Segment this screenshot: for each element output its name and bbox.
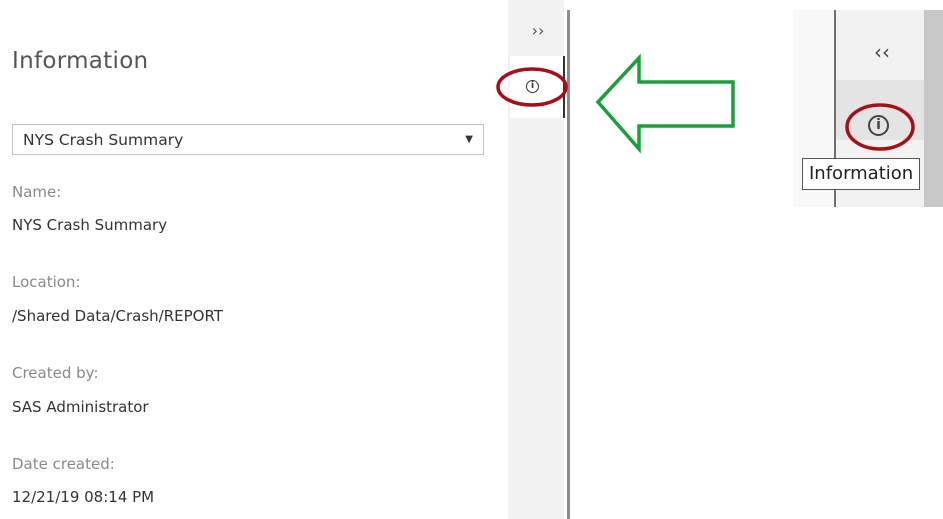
information-panel: Information NYS Crash Summary ▼ Name: NY… — [0, 0, 508, 519]
expand-panel-button[interactable]: ›› — [527, 19, 549, 43]
date-created-label: Date created: — [12, 455, 115, 473]
inset-highlight-circle — [845, 103, 915, 151]
report-select-value: NYS Crash Summary — [23, 130, 184, 149]
panel-divider[interactable] — [567, 10, 570, 519]
location-label: Location: — [12, 273, 81, 291]
dropdown-arrow-icon: ▼ — [465, 134, 473, 145]
location-value: /Shared Data/Crash/REPORT — [12, 307, 223, 325]
created-by-label: Created by: — [12, 364, 99, 382]
created-by-value: SAS Administrator — [12, 398, 149, 416]
active-tab-indicator — [563, 56, 565, 118]
panel-title: Information — [12, 48, 149, 74]
information-icon[interactable]: i — [526, 80, 539, 93]
name-value: NYS Crash Summary — [12, 216, 168, 234]
information-tooltip: Information — [802, 158, 921, 190]
green-arrow — [595, 53, 735, 154]
report-select[interactable]: NYS Crash Summary ▼ — [12, 124, 484, 155]
name-label: Name: — [12, 183, 62, 201]
date-created-value: 12/21/19 08:14 PM — [12, 488, 155, 506]
